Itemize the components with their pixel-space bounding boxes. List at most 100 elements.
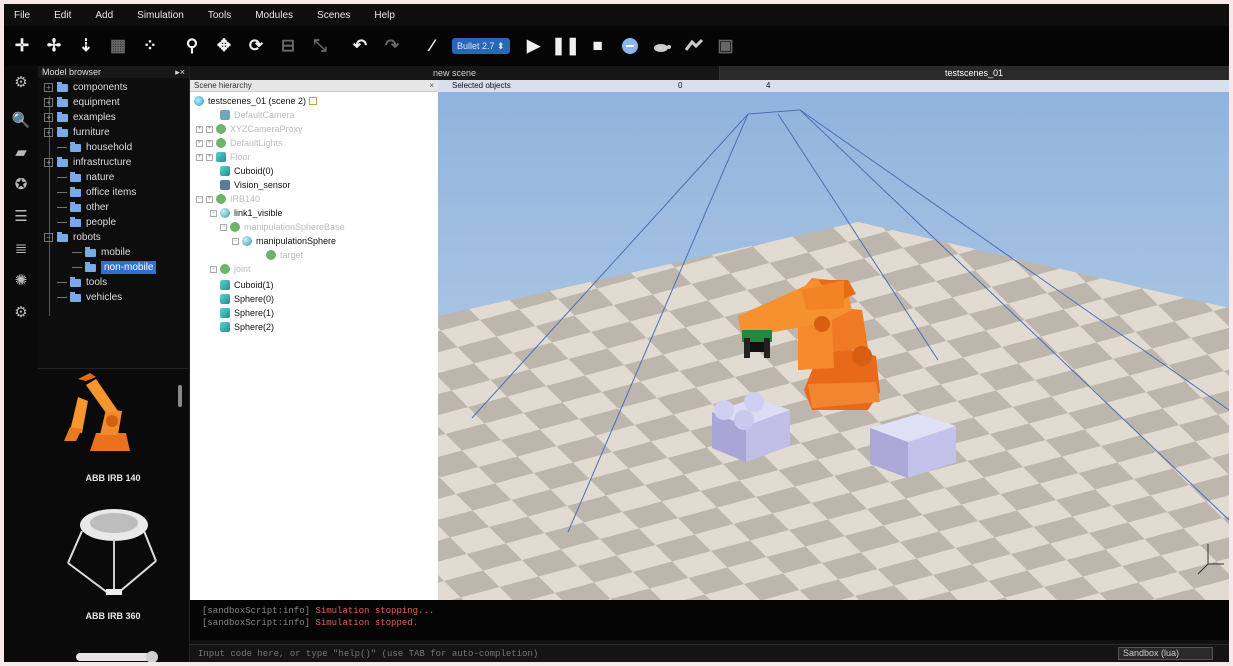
tree-item-irb140[interactable]: − + IRB140 (196, 192, 260, 206)
rotate-camera-icon[interactable]: ✢ (41, 33, 67, 59)
select-icon[interactable]: ⁘ (137, 33, 163, 59)
tree-item-manipulation-sphere-base[interactable]: − manipulationSphereBase (220, 220, 345, 234)
collection-icon[interactable]: ▰ (10, 142, 32, 164)
thumbnail-label-irb360: ABB IRB 360 (85, 611, 141, 621)
robot-thumbnail-partial[interactable] (66, 645, 166, 662)
tree-item-cuboid-0[interactable]: Cuboid(0) (220, 164, 274, 178)
folder-tools[interactable]: tools (38, 275, 188, 290)
tree-item-target[interactable]: target (266, 248, 303, 262)
tree-item-sphere-0[interactable]: Sphere(0) (220, 292, 274, 306)
calculation-module-icon[interactable]: ⚙ (10, 72, 32, 94)
hierarchy-icon[interactable]: ☰ (10, 206, 32, 228)
folder-mobile[interactable]: mobile (38, 245, 188, 260)
dynamics-icon[interactable]: ⁄ (419, 33, 445, 59)
object-rotate-icon[interactable]: ⟳ (243, 33, 269, 59)
threaded-render-icon[interactable]: ▣ (713, 33, 739, 59)
menu-edit[interactable]: Edit (54, 10, 71, 21)
fit-view-icon[interactable]: ⇣ (73, 33, 99, 59)
scene-hierarchy-header: Scene hierarchy × (190, 80, 438, 92)
menu-bar: File Edit Add Simulation Tools Modules S… (4, 4, 1229, 26)
tree-item-link1-visible[interactable]: − link1_visible (210, 206, 283, 220)
console-line: [sandboxScript:info] Simulation stopping… (202, 606, 435, 616)
menu-add[interactable]: Add (95, 10, 113, 21)
abb-irb-360-thumbnail[interactable] (58, 505, 166, 601)
console-line: [sandboxScript:info] Simulation stopped. (202, 618, 419, 628)
scene-hierarchy: Scene hierarchy × testscenes_01 (scene 2… (190, 80, 438, 600)
tab-testscenes-01[interactable]: testscenes_01 (720, 66, 1229, 80)
undo-icon[interactable]: ↶ (347, 33, 373, 59)
search-icon[interactable]: 🔍 (10, 110, 32, 132)
selected-value-2: 4 (766, 81, 771, 90)
folder-non-mobile[interactable]: non-mobile (38, 260, 188, 275)
redo-icon[interactable]: ↷ (379, 33, 405, 59)
selected-count-value: 0 (678, 81, 683, 90)
stop-icon[interactable]: ■ (585, 33, 611, 59)
path-edit-icon[interactable]: ⤡ (307, 33, 333, 59)
thumbnail-label-irb140: ABB IRB 140 (85, 473, 141, 483)
abb-irb-140-thumbnail[interactable] (60, 371, 160, 463)
panel-close-icon[interactable]: ▸× (175, 67, 185, 78)
left-tool-strip: ⚙ 🔍 ▰ ✪ ☰ ≣ ✺ ⚙ (4, 66, 38, 662)
scene-render[interactable] (438, 80, 1229, 600)
scene-hierarchy-title: Scene hierarchy (194, 81, 252, 90)
command-input[interactable]: Input code here, or type "help()" (use T… (190, 644, 1229, 662)
folder-robots[interactable]: − robots (38, 230, 188, 245)
move-camera-icon[interactable]: ✛ (9, 33, 35, 59)
model-browser-title: Model browser (42, 67, 102, 77)
tree-item-vision-sensor[interactable]: Vision_sensor (220, 178, 290, 192)
tree-item-cuboid-1[interactable]: Cuboid(1) (220, 278, 274, 292)
menu-tools[interactable]: Tools (208, 10, 231, 21)
menu-file[interactable]: File (14, 10, 30, 21)
menu-scenes[interactable]: Scenes (317, 10, 350, 21)
camera-angle-icon[interactable]: ▦ (105, 33, 131, 59)
tree-item-xyz-camera-proxy[interactable]: + + XYZCameraProxy (196, 122, 303, 136)
tree-item-default-lights[interactable]: + + DefaultLights (196, 136, 283, 150)
folder-vehicles[interactable]: vehicles (38, 290, 188, 305)
folder-infrastructure[interactable]: + infrastructure (38, 155, 188, 170)
folder-components[interactable]: + components (38, 80, 188, 95)
play-icon[interactable]: ▶ (521, 33, 547, 59)
human-icon[interactable]: ✪ (10, 174, 32, 196)
tree-item-sphere-2[interactable]: Sphere(2) (220, 320, 274, 334)
settings-icon[interactable]: ⚙ (10, 302, 32, 324)
pause-icon[interactable]: ❚❚ (551, 33, 580, 59)
folder-household[interactable]: household (38, 140, 188, 155)
scene-root[interactable]: testscenes_01 (scene 2) (194, 94, 318, 108)
3d-viewport[interactable]: Selected objects 0 4 (438, 80, 1229, 600)
folder-other[interactable]: other (38, 200, 188, 215)
thumbnail-scrollbar[interactable] (178, 385, 182, 407)
object-shift-icon[interactable]: ✥ (211, 33, 237, 59)
folder-equipment[interactable]: + equipment (38, 95, 188, 110)
selected-objects-label: Selected objects (452, 81, 511, 90)
layers-icon[interactable]: ≣ (10, 238, 32, 260)
menu-help[interactable]: Help (374, 10, 395, 21)
gear-icon[interactable]: ✺ (10, 270, 32, 292)
model-browser: Model browser ▸× + components + equipment … (38, 66, 190, 662)
tree-item-joint[interactable]: − joint (210, 262, 251, 276)
real-time-icon[interactable] (617, 33, 643, 59)
slow-down-icon[interactable] (649, 33, 675, 59)
folder-office-items[interactable]: office items (38, 185, 188, 200)
object-select-icon[interactable]: ⚲ (179, 33, 205, 59)
tab-new-scene[interactable]: new scene (190, 66, 720, 80)
tree-item-sphere-1[interactable]: Sphere(1) (220, 306, 274, 320)
tree-item-manipulation-sphere[interactable]: − manipulationSphere (232, 234, 336, 248)
folder-furniture[interactable]: + furniture (38, 125, 188, 140)
folder-people[interactable]: people (38, 215, 188, 230)
tree-item-floor[interactable]: + + Floor (196, 150, 251, 164)
object-assemble-icon[interactable]: ⊟ (275, 33, 301, 59)
model-browser-tree: + components + equipment + examples + furnit… (38, 78, 188, 366)
model-browser-header: Model browser ▸× (38, 66, 189, 78)
menu-simulation[interactable]: Simulation (137, 10, 184, 21)
speed-up-icon[interactable] (681, 33, 707, 59)
scene-tabs: new scene testscenes_01 (190, 66, 1229, 80)
menu-modules[interactable]: Modules (255, 10, 293, 21)
viewport-info-bar: Selected objects 0 4 (438, 80, 1229, 92)
folder-examples[interactable]: + examples (38, 110, 188, 125)
engine-select[interactable]: Bullet 2.7 ⬍ (452, 38, 510, 54)
sandbox-select[interactable]: Sandbox (lua) (1118, 647, 1213, 660)
folder-nature[interactable]: nature (38, 170, 188, 185)
command-input-placeholder: Input code here, or type "help()" (use T… (198, 649, 539, 659)
panel-close-icon[interactable]: × (429, 80, 434, 91)
tree-item-default-camera[interactable]: DefaultCamera (220, 108, 295, 122)
